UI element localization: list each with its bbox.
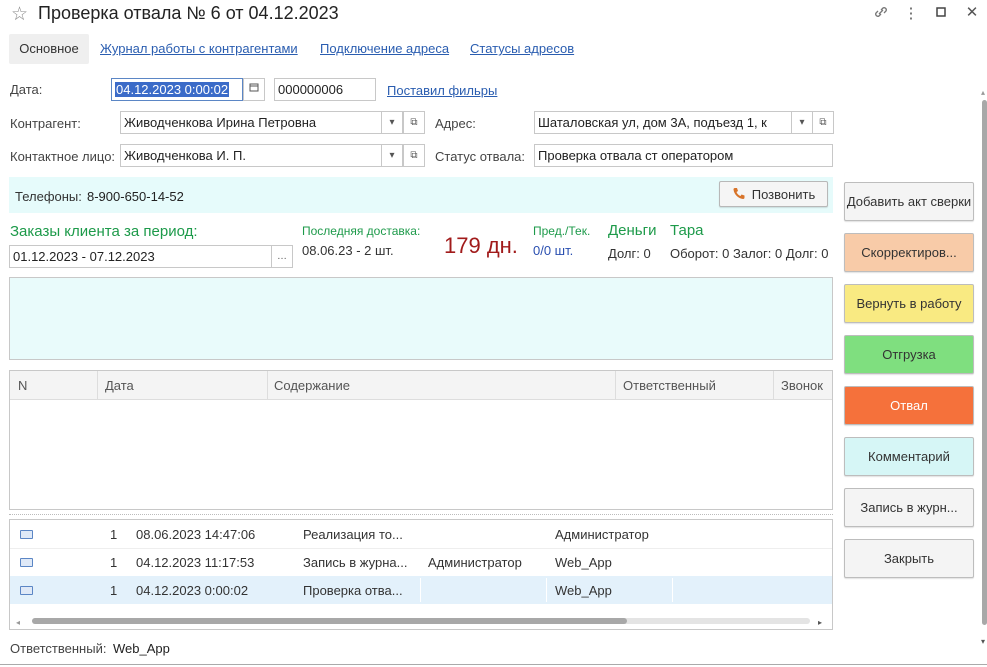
- table-row-selected[interactable]: 1 04.12.2023 0:00:02 Проверка отва... We…: [10, 576, 832, 604]
- money-label: Деньги: [608, 222, 657, 239]
- scrollbar-thumb[interactable]: [32, 618, 627, 624]
- row-date: 08.06.2023 14:47:06: [136, 527, 256, 542]
- tab-address-statuses[interactable]: Статусы адресов: [470, 34, 574, 64]
- tara-values: Оборот: 0 Залог: 0 Долг: 0: [670, 246, 829, 261]
- row-n: 1: [110, 527, 118, 542]
- document-icon: [20, 530, 33, 539]
- row-responsible: Администратор: [555, 527, 649, 542]
- document-icon: [20, 558, 33, 567]
- address-label: Адрес:: [435, 116, 476, 131]
- address-field[interactable]: Шаталовская ул, дом 3А, подъезд 1, к: [534, 111, 792, 134]
- tab-contractor-journal[interactable]: Журнал работы с контрагентами: [100, 34, 298, 64]
- contractor-dropdown-icon[interactable]: ▾: [381, 111, 403, 134]
- period-select-button[interactable]: …: [271, 245, 293, 268]
- row-responsible: Web_App: [555, 583, 612, 598]
- favorite-star-icon[interactable]: ☆: [11, 3, 28, 26]
- link-icon[interactable]: [870, 4, 892, 24]
- maximize-icon[interactable]: [930, 5, 952, 22]
- contact-dropdown-icon[interactable]: ▾: [381, 144, 403, 167]
- tab-address-connection[interactable]: Подключение адреса: [320, 34, 449, 64]
- document-number-field[interactable]: 000000006: [274, 78, 376, 101]
- date-field[interactable]: 04.12.2023 0:00:02: [111, 78, 243, 101]
- add-reconciliation-button[interactable]: Добавить акт сверки: [844, 182, 974, 221]
- phone-icon: [733, 188, 745, 199]
- row-document: Проверка отва...: [303, 583, 403, 598]
- row-date: 04.12.2023 0:00:02: [136, 583, 249, 598]
- filters-link[interactable]: Поставил фильры: [387, 83, 497, 98]
- churn-button[interactable]: Отвал: [844, 386, 974, 425]
- window-title: Проверка отвала № 6 от 04.12.2023: [38, 3, 339, 23]
- table-row[interactable]: 1 04.12.2023 11:17:53 Запись в журна... …: [10, 548, 832, 576]
- tab-main[interactable]: Основное: [9, 34, 89, 64]
- money-debt: Долг: 0: [608, 246, 651, 261]
- row-user: Администратор: [428, 555, 522, 570]
- document-icon: [20, 586, 33, 595]
- status-label: Статус отвала:: [435, 149, 526, 164]
- col-content[interactable]: Содержание: [274, 378, 350, 393]
- close-button[interactable]: Закрыть: [844, 539, 974, 578]
- row-document: Запись в журна...: [303, 555, 408, 570]
- contact-field[interactable]: Живодченкова И. П.: [120, 144, 382, 167]
- contact-label: Контактное лицо:: [10, 149, 116, 164]
- call-button-label: Позвонить: [751, 186, 816, 202]
- phones-label: Телефоны:: [15, 189, 82, 204]
- table-row[interactable]: 1 08.06.2023 14:47:06 Реализация то... А…: [10, 520, 832, 548]
- row-responsible: Web_App: [555, 555, 612, 570]
- call-button[interactable]: Позвонить: [719, 181, 828, 207]
- row-n: 1: [110, 555, 118, 570]
- comment-button[interactable]: Комментарий: [844, 437, 974, 476]
- scroll-down-icon[interactable]: ▾: [981, 637, 985, 646]
- period-field[interactable]: 01.12.2023 - 07.12.2023: [9, 245, 272, 268]
- orders-title: Заказы клиента за период:: [10, 223, 198, 240]
- correct-button[interactable]: Скорректиров...: [844, 233, 974, 272]
- contact-open-icon[interactable]: ⧉: [403, 144, 425, 167]
- calls-table[interactable]: N Дата Содержание Ответственный Звонок: [9, 370, 833, 510]
- days-since-delivery: 179 дн.: [444, 233, 518, 258]
- more-menu-icon[interactable]: ⋮: [900, 4, 922, 22]
- last-delivery-label: Последняя доставка:: [302, 224, 421, 238]
- horizontal-scrollbar[interactable]: [32, 618, 810, 624]
- contractor-label: Контрагент:: [10, 116, 81, 131]
- contractor-open-icon[interactable]: ⧉: [403, 111, 425, 134]
- shipment-button[interactable]: Отгрузка: [844, 335, 974, 374]
- prev-current-label: Пред./Тек.: [533, 224, 591, 238]
- tara-label: Тара: [670, 222, 704, 239]
- vertical-scrollbar[interactable]: [982, 100, 987, 625]
- responsible-label: Ответственный:: [10, 641, 107, 656]
- row-n: 1: [110, 583, 118, 598]
- close-icon[interactable]: ✕: [961, 3, 983, 21]
- date-label: Дата:: [10, 82, 43, 97]
- splitter[interactable]: [9, 514, 833, 515]
- row-date: 04.12.2023 11:17:53: [136, 555, 255, 570]
- col-responsible[interactable]: Ответственный: [623, 378, 716, 393]
- address-dropdown-icon[interactable]: ▾: [791, 111, 813, 134]
- contractor-field[interactable]: Живодченкова Ирина Петровна: [120, 111, 382, 134]
- col-call[interactable]: Звонок: [781, 378, 823, 393]
- status-field[interactable]: Проверка отвала ст оператором: [534, 144, 833, 167]
- col-n[interactable]: N: [18, 378, 27, 393]
- journal-entry-button[interactable]: Запись в журн...: [844, 488, 974, 527]
- return-to-work-button[interactable]: Вернуть в работу: [844, 284, 974, 323]
- col-date[interactable]: Дата: [105, 378, 134, 393]
- responsible-value: Web_App: [113, 641, 170, 656]
- scroll-right-icon[interactable]: ▸: [818, 618, 822, 627]
- prev-current-value: 0/0 шт.: [533, 243, 574, 258]
- calendar-icon[interactable]: [243, 78, 265, 101]
- phone-number: 8-900-650-14-52: [87, 189, 184, 204]
- address-open-icon[interactable]: ⧉: [812, 111, 834, 134]
- comment-area[interactable]: [9, 277, 833, 360]
- last-delivery-value: 08.06.23 - 2 шт.: [302, 243, 394, 258]
- scroll-up-icon[interactable]: ▴: [981, 88, 985, 97]
- scroll-left-icon[interactable]: ◂: [16, 618, 20, 627]
- row-document: Реализация то...: [303, 527, 403, 542]
